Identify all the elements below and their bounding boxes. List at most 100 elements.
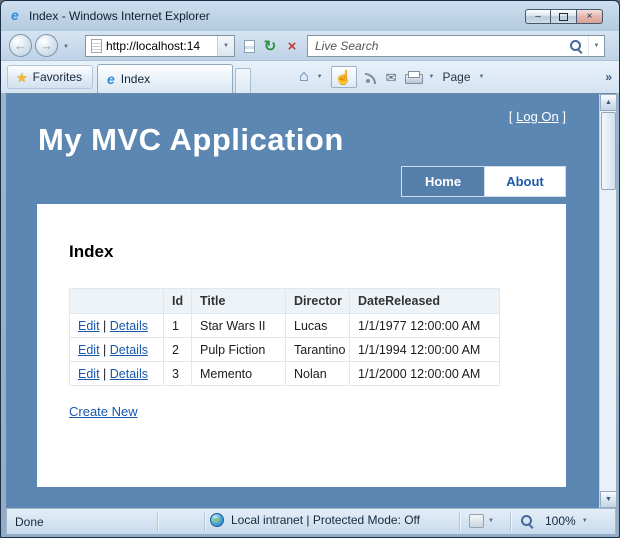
movies-table: Id Title Director DateReleased Edit | De…: [69, 288, 500, 386]
log-on-link[interactable]: Log On: [516, 109, 559, 124]
table-header-id: Id: [164, 289, 192, 314]
status-separator: [510, 512, 511, 531]
table-row: Edit | Details 3 Memento Nolan 1/1/2000 …: [70, 362, 500, 386]
mail-icon[interactable]: ✉: [386, 71, 397, 84]
command-bar: ⌂ ▼ ☝ ✉ ▼ Page ▼: [299, 66, 484, 88]
search-box: ▼: [307, 35, 605, 57]
menu-item-home[interactable]: Home: [402, 167, 485, 196]
back-icon: ←: [14, 39, 27, 52]
cell-title: Star Wars II: [192, 314, 286, 338]
address-bar: ▼: [85, 35, 235, 57]
row-actions: Edit | Details: [70, 338, 164, 362]
address-dropdown-button[interactable]: ▼: [217, 36, 234, 56]
table-row: Edit | Details 2 Pulp Fiction Tarantino …: [70, 338, 500, 362]
action-separator: |: [103, 367, 106, 381]
table-header-row: Id Title Director DateReleased: [70, 289, 500, 314]
edit-link[interactable]: Edit: [78, 367, 100, 381]
app-title: My MVC Application: [38, 122, 344, 158]
edit-link[interactable]: Edit: [78, 343, 100, 357]
close-button[interactable]: ×: [577, 9, 603, 24]
cell-director: Tarantino: [286, 338, 350, 362]
vertical-scrollbar[interactable]: ▲ ▼: [599, 94, 616, 508]
ie-icon: e: [107, 72, 115, 86]
chevron-down-icon: ▼: [223, 43, 229, 49]
maximize-button[interactable]: [551, 9, 577, 24]
stop-button[interactable]: ×: [282, 36, 302, 56]
logon-bracket-close: ]: [559, 109, 566, 124]
cell-datereleased: 1/1/2000 12:00:00 AM: [350, 362, 500, 386]
compatibility-view-button[interactable]: [239, 36, 259, 56]
cell-datereleased: 1/1/1977 12:00:00 AM: [350, 314, 500, 338]
ie-icon: e: [11, 8, 19, 22]
rss-feed-icon[interactable]: [365, 71, 378, 84]
favorites-label: Favorites: [33, 70, 82, 84]
new-tab-button[interactable]: [235, 68, 251, 93]
address-input[interactable]: [106, 39, 217, 53]
cell-id: 2: [164, 338, 192, 362]
cell-director: Nolan: [286, 362, 350, 386]
recent-pages-dropdown[interactable]: ▼: [63, 44, 69, 50]
browser-window: e Index - Windows Internet Explorer – × …: [0, 0, 620, 538]
webpage: [ Log On ] My MVC Application Home About…: [6, 94, 599, 508]
zone-text: Local intranet | Protected Mode: Off: [231, 513, 420, 527]
status-separator: [157, 512, 158, 531]
window-title: Index - Windows Internet Explorer: [29, 9, 210, 23]
details-link[interactable]: Details: [110, 343, 148, 357]
print-dropdown-icon[interactable]: ▼: [429, 74, 435, 80]
page-icon: [91, 39, 102, 53]
page-title: Index: [69, 242, 566, 262]
table-row: Edit | Details 1 Star Wars II Lucas 1/1/…: [70, 314, 500, 338]
minimize-button[interactable]: –: [525, 9, 551, 24]
home-icon[interactable]: ⌂: [299, 69, 309, 85]
cell-id: 1: [164, 314, 192, 338]
refresh-button[interactable]: ↻: [260, 36, 280, 56]
create-new-link[interactable]: Create New: [69, 404, 138, 419]
hand-tool-button[interactable]: ☝: [331, 66, 357, 88]
tab-index[interactable]: e Index: [97, 64, 233, 93]
edit-link[interactable]: Edit: [78, 319, 100, 333]
search-input[interactable]: [308, 39, 570, 53]
refresh-icon: ↻: [264, 39, 277, 54]
status-tools-icon: [469, 514, 484, 528]
cell-datereleased: 1/1/1994 12:00:00 AM: [350, 338, 500, 362]
search-icon[interactable]: [570, 40, 583, 53]
scroll-down-button[interactable]: ▼: [600, 491, 617, 508]
details-link[interactable]: Details: [110, 367, 148, 381]
zoom-level: 100%: [545, 514, 576, 528]
page-menu-dropdown-icon[interactable]: ▼: [479, 74, 485, 80]
site-menu: Home About: [401, 166, 566, 197]
favorites-button[interactable]: ★ Favorites: [7, 65, 93, 89]
star-icon: ★: [16, 71, 28, 84]
back-button[interactable]: ←: [9, 34, 32, 57]
cell-id: 3: [164, 362, 192, 386]
cell-title: Pulp Fiction: [192, 338, 286, 362]
menu-item-about[interactable]: About: [485, 167, 565, 196]
print-icon[interactable]: [405, 71, 421, 84]
globe-icon: [210, 513, 224, 527]
scrollbar-thumb[interactable]: [601, 112, 616, 190]
status-separator: [204, 512, 205, 531]
forward-button[interactable]: →: [35, 34, 58, 57]
action-separator: |: [103, 343, 106, 357]
zoom-control[interactable]: 100% ▼: [521, 514, 588, 528]
cell-title: Memento: [192, 362, 286, 386]
toolbar-overflow-chevron[interactable]: »: [605, 70, 612, 84]
stop-icon: ×: [288, 39, 297, 54]
row-actions: Edit | Details: [70, 362, 164, 386]
minimize-icon: –: [535, 12, 541, 22]
page-menu-button[interactable]: Page: [442, 70, 470, 84]
details-link[interactable]: Details: [110, 319, 148, 333]
search-dropdown-button[interactable]: ▼: [588, 36, 604, 56]
status-bar: Done Local intranet | Protected Mode: Of…: [6, 508, 616, 534]
status-text: Done: [15, 515, 44, 529]
scroll-up-icon: ▲: [605, 99, 612, 106]
home-dropdown-icon[interactable]: ▼: [317, 74, 323, 80]
title-bar[interactable]: e Index - Windows Internet Explorer – ×: [1, 1, 619, 31]
cell-director: Lucas: [286, 314, 350, 338]
table-header-datereleased: DateReleased: [350, 289, 500, 314]
scroll-up-button[interactable]: ▲: [600, 94, 617, 111]
table-header-actions: [70, 289, 164, 314]
status-tools-button[interactable]: ▼: [469, 514, 494, 528]
navigation-bar: ← → ▼ ▼ ↻ × ▼: [1, 31, 619, 61]
chevron-down-icon: ▼: [594, 43, 600, 49]
